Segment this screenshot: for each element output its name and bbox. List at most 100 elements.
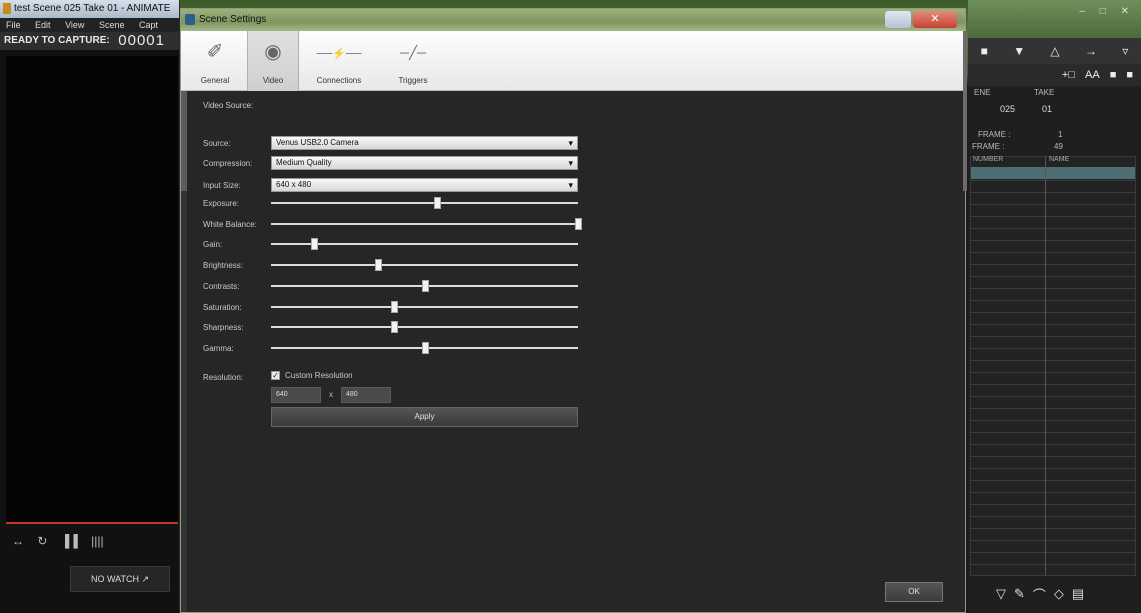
menu-bar: File Edit View Scene Capt	[0, 18, 179, 32]
saturation-slider[interactable]	[271, 301, 578, 313]
exposure-label: Exposure:	[203, 199, 240, 208]
swap-icon[interactable]: ↔	[12, 534, 24, 548]
sheet-col-number: NUMBER	[973, 156, 1004, 163]
tab-video-label: Video	[262, 76, 284, 85]
sharpness-slider-thumb[interactable]	[390, 321, 398, 333]
left-scrollbar-thumb[interactable]	[181, 91, 187, 191]
exposure-slider-track[interactable]	[271, 202, 578, 204]
white-balance-slider-track[interactable]	[271, 223, 578, 225]
tab-video[interactable]: ◉ Video	[247, 31, 299, 91]
grid-icon[interactable]: ||||	[91, 534, 103, 548]
arrow-icon[interactable]: →	[1085, 44, 1097, 58]
white-balance-slider[interactable]	[271, 218, 582, 230]
dialog-titlebar[interactable]: Scene Settings ✕	[181, 9, 965, 31]
take-header: TAKE	[1034, 88, 1055, 97]
window-controls[interactable]: – □ ✕	[1079, 6, 1135, 17]
sheet-column-divider	[1045, 157, 1046, 575]
scene-settings-dialog: Scene Settings ✕ ✐ General ◉ Video ──⚡──…	[180, 8, 967, 613]
resolution-separator: x	[329, 390, 333, 399]
main-window-titlebar[interactable]: test Scene 025 Take 01 - ANIMATE	[0, 0, 179, 18]
settings-tabs: ✐ General ◉ Video ──⚡── Connections ─╱─ …	[181, 31, 965, 91]
brightness-slider-thumb[interactable]	[375, 259, 383, 271]
gamma-slider[interactable]	[271, 342, 578, 354]
capture-status-bar: READY TO CAPTURE: 00001	[0, 32, 179, 50]
input-size-select[interactable]: 640 x 480	[271, 178, 578, 192]
select-tool-icon[interactable]: ▽	[996, 586, 1006, 602]
gain-slider[interactable]	[271, 238, 578, 250]
take-value: 01	[1042, 104, 1053, 114]
app-icon	[3, 3, 11, 14]
menu-edit[interactable]: Edit	[35, 20, 51, 30]
menu-capture[interactable]: Capt	[139, 20, 158, 30]
dropdown-icon[interactable]: ▿	[1122, 44, 1128, 58]
loop-icon[interactable]: ↻	[37, 534, 47, 548]
saturation-slider-track[interactable]	[271, 306, 578, 308]
ok-button[interactable]: OK	[885, 582, 943, 602]
camera-icon: ◉	[264, 41, 282, 63]
right-toolbar: ■ ▼ △ → ▿	[968, 38, 1141, 64]
sharpness-label: Sharpness:	[203, 323, 244, 332]
minimize-button[interactable]	[885, 11, 911, 28]
frame2-value: 49	[1054, 142, 1063, 151]
layout-icon[interactable]: ■	[1126, 69, 1133, 81]
main-window-title: test Scene 025 Take 01 - ANIMATE	[14, 3, 171, 14]
contrasts-slider[interactable]	[271, 280, 578, 292]
resolution-width-input[interactable]: 640	[271, 387, 321, 403]
menu-view[interactable]: View	[65, 20, 84, 30]
contrasts-slider-thumb[interactable]	[421, 280, 429, 292]
apply-button[interactable]: Apply	[271, 407, 578, 427]
dialog-title: Scene Settings	[199, 14, 267, 25]
source-label: Source:	[203, 139, 231, 148]
left-scrollbar[interactable]	[181, 91, 187, 612]
filter-icon[interactable]: ▼	[1013, 44, 1025, 58]
right-scrollbar[interactable]	[963, 31, 967, 191]
brightness-slider-track[interactable]	[271, 264, 578, 266]
onion-skin-icon[interactable]: △	[1050, 44, 1059, 58]
compression-select[interactable]: Medium Quality	[271, 156, 578, 170]
brightness-label: Brightness:	[203, 261, 244, 270]
exposure-sheet[interactable]: NUMBER NAME	[970, 156, 1136, 576]
monitor-icon[interactable]: ■	[981, 44, 988, 58]
tab-triggers-label: Triggers	[398, 76, 428, 85]
save-icon[interactable]: ■	[1110, 69, 1117, 81]
sharpness-slider-track[interactable]	[271, 326, 578, 328]
menu-file[interactable]: File	[6, 20, 21, 30]
no-watch-button[interactable]: NO WATCH ↗	[70, 566, 170, 592]
selected-frame-row[interactable]	[971, 167, 1135, 179]
font-size-icon[interactable]: AA	[1085, 69, 1100, 81]
exposure-slider-thumb[interactable]	[433, 197, 441, 209]
add-frame-icon[interactable]: +□	[1062, 69, 1075, 81]
saturation-slider-thumb[interactable]	[390, 301, 398, 313]
wrench-icon: ✐	[206, 41, 224, 63]
scene-take-info: ENE TAKE 025 01	[970, 88, 1138, 128]
saturation-label: Saturation:	[203, 303, 242, 312]
gain-slider-thumb[interactable]	[310, 238, 318, 250]
connection-icon: ──⚡──	[316, 48, 362, 60]
capture-viewer[interactable]	[6, 56, 178, 524]
filmstrip-icon[interactable]: ▐▐	[61, 534, 78, 548]
tab-triggers[interactable]: ─╱─ Triggers	[379, 31, 447, 91]
close-button[interactable]: ✕	[913, 11, 957, 28]
exposure-slider[interactable]	[271, 197, 578, 209]
frame2-label: FRAME :	[972, 142, 1005, 151]
scene-value: 025	[1000, 104, 1016, 114]
custom-resolution-checkbox[interactable]: ✓	[271, 371, 280, 380]
contrasts-label: Contrasts:	[203, 282, 240, 291]
eraser-icon[interactable]: ◇	[1054, 586, 1064, 602]
frame-value: 1	[1058, 130, 1063, 139]
gamma-slider-thumb[interactable]	[421, 342, 429, 354]
source-select[interactable]: Venus USB2.0 Camera	[271, 136, 578, 150]
curve-icon[interactable]: ⌒	[1033, 585, 1046, 604]
color-swatch-icon[interactable]: ▤	[1072, 586, 1084, 602]
tab-general[interactable]: ✐ General	[189, 31, 241, 91]
tab-connections[interactable]: ──⚡── Connections	[305, 31, 373, 91]
sharpness-slider[interactable]	[271, 321, 578, 333]
sheet-col-name: NAME	[1049, 156, 1070, 163]
pencil-icon[interactable]: ✎	[1014, 586, 1025, 602]
menu-scene[interactable]: Scene	[99, 20, 125, 30]
resolution-height-input[interactable]: 480	[341, 387, 391, 403]
brightness-slider[interactable]	[271, 259, 578, 271]
gain-label: Gain:	[203, 240, 223, 249]
resolution-label: Resolution:	[203, 373, 244, 382]
white-balance-slider-thumb[interactable]	[575, 218, 582, 230]
